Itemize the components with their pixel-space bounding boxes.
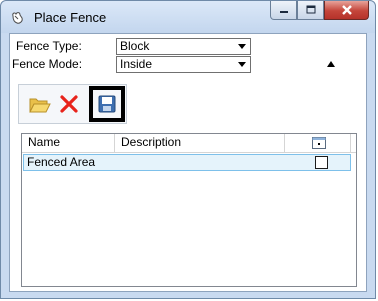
minimize-icon	[279, 11, 288, 13]
maximize-icon	[306, 5, 315, 14]
fence-type-value: Block	[120, 39, 150, 53]
maximize-button[interactable]	[297, 1, 324, 20]
fence-type-label: Fence Type:	[16, 39, 82, 53]
delete-icon	[60, 95, 78, 113]
close-button[interactable]	[324, 1, 369, 20]
chevron-down-icon	[238, 44, 246, 49]
fence-name-cell: Fenced Area	[27, 155, 96, 169]
dialog-client-area: Fence Type: Block Fence Mode: Inside Nam…	[9, 33, 367, 292]
close-icon	[341, 5, 352, 15]
fence-mode-label: Fence Mode:	[12, 57, 83, 71]
window-title: Place Fence	[34, 10, 107, 25]
fence-description-cell	[117, 155, 119, 170]
save-icon	[98, 95, 116, 113]
window-controls	[270, 1, 369, 21]
fence-row-checkbox[interactable]	[315, 156, 328, 169]
save-fence-button[interactable]	[89, 86, 125, 122]
list-item[interactable]: Fenced Area	[23, 154, 351, 171]
list-header: Name Description	[22, 134, 356, 153]
column-header-visibility[interactable]	[285, 134, 351, 152]
fence-mode-value: Inside	[120, 57, 153, 71]
delete-fence-button[interactable]	[55, 89, 83, 119]
title-bar[interactable]: Place Fence	[1, 1, 375, 33]
column-options-icon	[312, 137, 326, 149]
column-header-name[interactable]: Name	[22, 134, 115, 152]
chevron-down-icon	[238, 62, 246, 67]
fence-mode-dropdown[interactable]: Inside	[116, 56, 251, 73]
open-folder-icon	[29, 98, 51, 113]
open-fence-button[interactable]	[26, 89, 54, 119]
minimize-button[interactable]	[270, 1, 297, 20]
fence-app-icon	[12, 12, 23, 24]
place-fence-window: Place Fence Fence Type: Block Fence Mode…	[0, 0, 376, 299]
collapse-up-icon[interactable]	[327, 61, 335, 67]
fence-type-dropdown[interactable]: Block	[116, 38, 251, 55]
column-header-description[interactable]: Description	[115, 134, 285, 152]
fence-list[interactable]: Name Description Fenced Area	[21, 133, 357, 287]
